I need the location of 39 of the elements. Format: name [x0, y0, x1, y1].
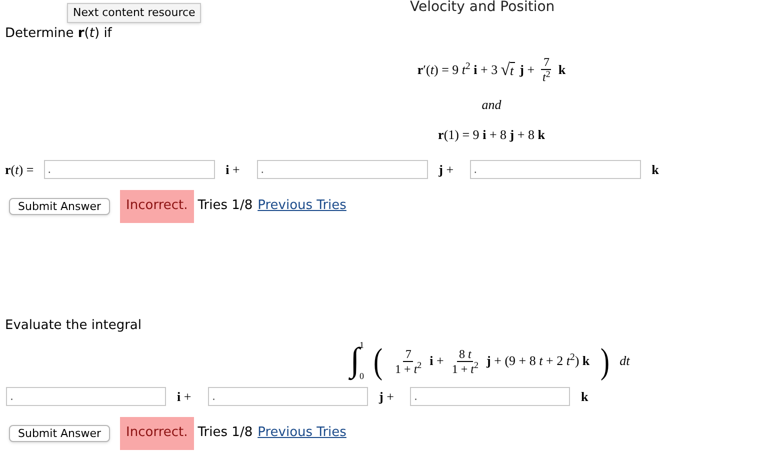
math-expression: r′(t) = 9 t$^{2}$ i + 3 — [417, 60, 498, 78]
term-label: i + — [226, 161, 241, 179]
math-expression: j + (9 + 8 t + 2 t$^{2}$) k — [486, 352, 590, 370]
previous-tries-link[interactable]: Previous Tries — [258, 423, 346, 443]
fraction: 7 1 + t$^{2}$ — [394, 346, 423, 376]
parenthesis: ( — [374, 343, 383, 379]
tries-text: Tries 1/8 — [198, 197, 253, 216]
math-expression: dt — [620, 352, 630, 370]
answer-field[interactable]: . — [256, 160, 428, 180]
answer-field[interactable]: . — [410, 387, 570, 406]
math-expression: k — [558, 60, 566, 78]
answer-field[interactable]: . — [44, 160, 215, 180]
previous-tries-link[interactable]: Previous Tries — [258, 196, 346, 216]
page-title: Velocity and Position — [410, 0, 555, 14]
fraction: 7 t$^{2}$ — [540, 55, 552, 84]
submit-button[interactable]: Submit Answer — [9, 424, 110, 442]
prompt-text: Evaluate the integral — [5, 317, 143, 335]
square-root: √t — [500, 61, 515, 78]
answer-field[interactable]: . — [6, 387, 166, 406]
answer-field[interactable]: . — [470, 160, 641, 180]
conjunction-text: and — [482, 96, 502, 114]
math-expression: i + — [430, 352, 444, 370]
term-label: j + — [379, 388, 395, 406]
math-expression: r(1) = 9 i + 8 j + 8 k — [438, 126, 545, 144]
parenthesis: ) — [600, 343, 610, 379]
answer-label: r(t) = — [5, 161, 34, 179]
term-label: k — [652, 161, 660, 179]
tries-text: Tries 1/8 — [198, 424, 253, 442]
term-label: j + — [438, 161, 455, 179]
result-badge: Incorrect. — [120, 190, 194, 222]
math-expression: j + — [520, 60, 535, 78]
term-label: i + — [177, 388, 192, 406]
result-badge: Incorrect. — [120, 416, 194, 450]
prompt-text: Determine r(t) if — [5, 25, 114, 43]
fraction: 8 t 1 + t$^{2}$ — [450, 346, 480, 376]
submit-button[interactable]: Submit Answer — [9, 198, 110, 214]
answer-field[interactable]: . — [208, 387, 368, 406]
tooltip: Next content resource — [67, 3, 202, 23]
term-label: k — [581, 388, 590, 406]
